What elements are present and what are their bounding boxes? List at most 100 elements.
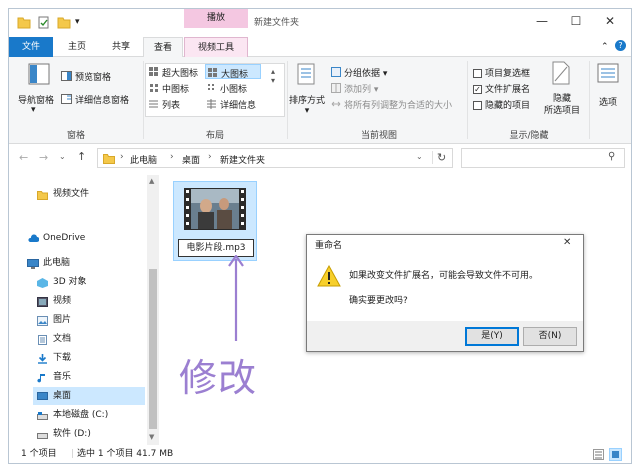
nav-item-onedrive[interactable]: OneDrive (23, 229, 145, 247)
properties-icon[interactable] (37, 16, 51, 29)
back-icon[interactable]: ← (19, 151, 28, 164)
ribbon-separator (143, 61, 144, 139)
chevron-down-icon: ▾ (31, 105, 36, 115)
group-by-icon (331, 67, 341, 80)
dialog-title: 重命名 (315, 241, 343, 251)
scroll-up-icon[interactable]: ▲ (149, 177, 154, 185)
up-icon[interactable]: ↑ (77, 150, 86, 163)
preview-pane-button[interactable]: 预览窗格 (61, 70, 111, 84)
details-pane-button[interactable]: 详细信息窗格 (61, 93, 129, 107)
layout-xlarge-icons[interactable]: 超大图标 (149, 66, 198, 80)
chevron-down-icon: ▾ (304, 106, 310, 116)
nav-pane-button[interactable] (19, 63, 59, 88)
preview-pane-label: 预览窗格 (75, 73, 112, 83)
document-icon (37, 334, 48, 345)
tab-home[interactable]: 主页 (57, 37, 97, 57)
collapse-ribbon-icon[interactable]: ⌃ (601, 42, 609, 52)
sort-by-button[interactable]: 排序方式 ▾ (287, 93, 327, 116)
nav-item-videos[interactable]: 视频 (33, 292, 145, 310)
gallery-scroll-icon[interactable]: ▴ ▾ (271, 67, 275, 85)
nav-item-music[interactable]: 音乐 (33, 368, 145, 386)
refresh-icon[interactable]: ↻ (432, 151, 446, 164)
options-icon (597, 63, 619, 88)
nav-item-video-files[interactable]: 视频文件 (33, 185, 145, 203)
breadcrumb-new-folder[interactable]: 新建文件夹 (220, 153, 265, 166)
tab-view[interactable]: 查看 (143, 37, 183, 58)
add-columns-icon (331, 83, 341, 96)
size-columns-button[interactable]: 将所有列调整为合适的大小 (331, 98, 452, 112)
preview-pane-icon (61, 71, 72, 84)
ribbon-separator (589, 61, 590, 139)
breadcrumb-desktop[interactable]: 桌面 (182, 153, 200, 166)
search-input[interactable]: ⚲ (461, 148, 625, 168)
tab-share[interactable]: 共享 (101, 37, 141, 57)
checkbox-checked[interactable]: ✓ (473, 85, 482, 94)
picture-icon (37, 315, 48, 326)
nav-item-drive-c[interactable]: 本地磁盘 (C:) (33, 406, 145, 424)
minimize-button[interactable]: — (525, 9, 559, 33)
nav-item-label: 软件 (D:) (53, 429, 91, 439)
layout-medium-icons[interactable]: 中图标 (149, 82, 189, 96)
file-extensions-toggle[interactable]: ✓ 文件扩展名 (473, 82, 530, 95)
hidden-items-toggle[interactable]: 隐藏的项目 (473, 98, 530, 111)
dialog-question: 确实要更改吗? (349, 296, 408, 306)
annotation-text: 修改 (179, 356, 258, 400)
context-tab-play: 播放 (184, 9, 248, 28)
dialog-close-icon[interactable]: ✕ (563, 237, 571, 248)
large-icons-view-icon[interactable] (609, 448, 622, 461)
close-button[interactable]: ✕ (593, 9, 627, 33)
add-columns-button[interactable]: 添加列 ▾ (331, 82, 378, 96)
layout-details[interactable]: 详细信息 (207, 98, 256, 112)
nav-item-label: 下载 (53, 353, 72, 363)
grid-icon (149, 67, 159, 80)
add-columns-label: 添加列 (344, 85, 372, 95)
nav-item-pictures[interactable]: 图片 (33, 311, 145, 329)
nav-item-label: 图片 (53, 315, 72, 325)
grid-icon (149, 83, 159, 96)
tab-video-tools[interactable]: 视频工具 (184, 37, 248, 57)
status-divider: | (71, 449, 75, 459)
recent-locations-icon[interactable]: ⌄ (59, 152, 66, 161)
item-checkboxes-toggle[interactable]: 项目复选框 (473, 66, 530, 79)
new-folder-icon[interactable] (57, 16, 71, 29)
options-button[interactable]: 选项 (593, 95, 623, 108)
status-selection: 选中 1 个项目 41.7 MB (77, 449, 174, 459)
checkbox-unchecked[interactable] (473, 69, 482, 78)
dialog-footer: 是(Y) 否(N) (307, 321, 583, 351)
file-item[interactable]: 电影片段.mp3 (173, 181, 257, 261)
scrollbar-thumb[interactable] (149, 269, 157, 429)
maximize-button[interactable]: ☐ (559, 9, 593, 33)
nav-item-this-pc[interactable]: 此电脑 (23, 254, 145, 272)
nav-item-documents[interactable]: 文档 (33, 330, 145, 348)
hide-selected-label-2: 所选项目 (543, 106, 580, 116)
details-view-icon[interactable] (593, 449, 604, 463)
layout-large-icons[interactable]: 大图标 (205, 64, 261, 80)
video-icon (37, 296, 48, 307)
scroll-down-icon[interactable]: ▼ (149, 433, 154, 441)
nav-item-desktop[interactable]: 桌面 (33, 387, 145, 405)
nav-item-label: 3D 对象 (53, 277, 87, 287)
sort-by-icon (297, 63, 317, 90)
checkbox-unchecked[interactable] (473, 101, 482, 110)
nav-item-3d-objects[interactable]: 3D 对象 (33, 273, 145, 291)
breadcrumb-this-pc[interactable]: 此电脑 (130, 153, 157, 166)
folder-icon (17, 16, 31, 29)
address-bar[interactable]: › 此电脑 › 桌面 › 新建文件夹 ⌄ ↻ (97, 148, 453, 168)
group-by-button[interactable]: 分组依据 ▾ (331, 66, 387, 80)
help-icon[interactable]: ? (615, 40, 626, 51)
rename-dialog: 重命名 ✕ 如果改变文件扩展名，可能会导致文件不可用。 确实要更改吗? 是(Y)… (306, 234, 584, 352)
customize-qat-icon[interactable]: ▾ (75, 17, 89, 30)
nav-item-downloads[interactable]: 下载 (33, 349, 145, 367)
tab-file[interactable]: 文件 (9, 37, 53, 57)
layout-details-label: 详细信息 (220, 101, 257, 111)
nav-scrollbar[interactable]: ▲ ▼ (147, 175, 159, 445)
nav-item-drive-d[interactable]: 软件 (D:) (33, 425, 145, 443)
layout-small-icons[interactable]: 小图标 (207, 82, 247, 96)
forward-icon[interactable]: → (39, 151, 48, 164)
hide-selected-button[interactable]: 隐藏 所选项目 (539, 93, 585, 117)
folder-icon (37, 189, 48, 200)
layout-list[interactable]: 列表 (149, 98, 180, 112)
no-button[interactable]: 否(N) (523, 327, 577, 346)
address-history-icon[interactable]: ⌄ (416, 152, 423, 161)
yes-button[interactable]: 是(Y) (465, 327, 519, 346)
